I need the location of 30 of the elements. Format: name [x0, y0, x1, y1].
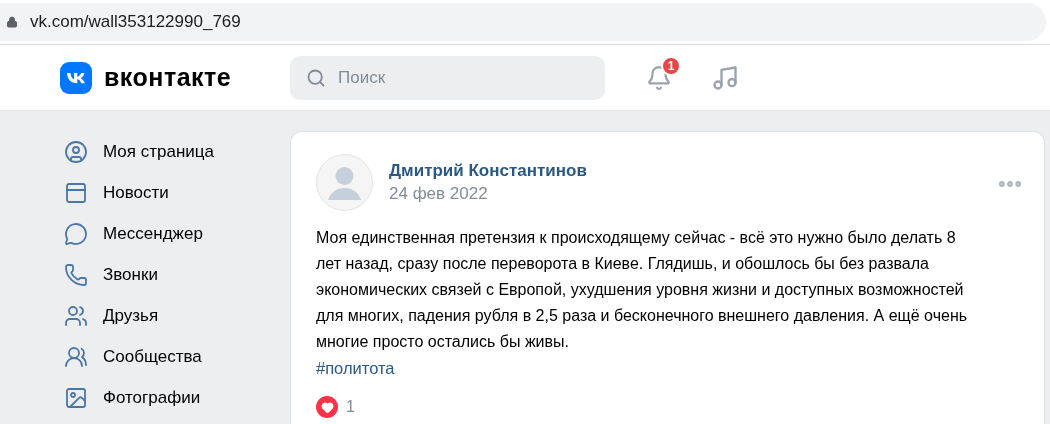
post-text: Моя единственная претензия к происходящему сейчас - всё это нужно было делать 8 лет назад, сразу после переворота в Киеве. Глядишь, и обошлось бы без развала экономических связей с Европой, ухудшения уровня жизни и доступных возможностей для многих, падения рубля в 2,5 раза и бесконечного внешнего давления. А ещё очень многие просто остались бы живы.	[316, 228, 969, 352]
window-icon	[64, 180, 88, 205]
author-name[interactable]: Дмитрий Константинов	[389, 159, 996, 182]
logo[interactable]: вконтакте	[60, 58, 290, 97]
user-circle-icon	[64, 139, 88, 164]
sidebar-item[interactable]: Сообщества	[64, 336, 290, 377]
group-icon	[64, 344, 88, 369]
notification-badge: 1	[661, 55, 681, 76]
like-button[interactable]: 1	[316, 395, 355, 419]
people-icon	[64, 303, 88, 328]
sidebar-item[interactable]: Фотографии	[64, 377, 290, 418]
phone-icon	[64, 262, 88, 287]
sidebar-item[interactable]: Друзья	[64, 295, 290, 336]
post-date[interactable]: 24 фев 2022	[389, 181, 996, 206]
sidebar-item[interactable]: Моя страница	[64, 131, 290, 172]
search-icon	[306, 67, 326, 88]
logo-icon	[60, 61, 92, 94]
avatar[interactable]	[316, 154, 373, 211]
sidebar-item[interactable]: Новости	[64, 172, 290, 213]
chat-bubble-icon	[64, 221, 88, 246]
logo-text: вконтакте	[104, 61, 232, 93]
url-text: vk.com/wall353122990_769	[30, 11, 241, 34]
hashtag-link[interactable]: #политота	[316, 355, 395, 381]
search-field[interactable]: Поиск	[290, 55, 605, 100]
sidebar-item[interactable]: Звонки	[64, 254, 290, 295]
address-bar[interactable]: vk.com/wall353122990_769	[0, 3, 1046, 41]
music-icon[interactable]	[711, 63, 739, 92]
sidebar-item[interactable]: Мессенджер	[64, 213, 290, 254]
lock-icon	[6, 16, 18, 28]
image-icon	[64, 385, 88, 410]
